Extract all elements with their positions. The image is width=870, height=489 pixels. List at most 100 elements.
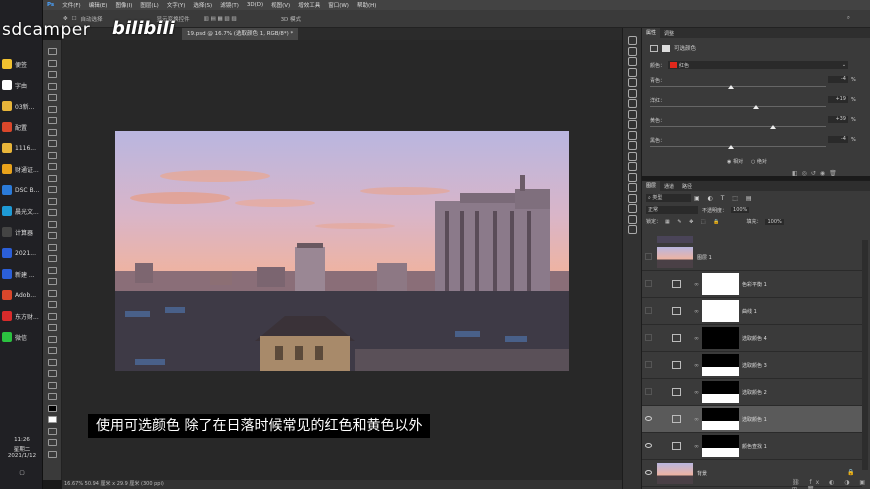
tool-icon[interactable] [48,128,57,136]
layer-row[interactable]: ∞ 色彩平衡 1 [642,271,862,298]
tool-icon[interactable] [48,163,57,170]
visibility-toggle[interactable] [645,307,652,314]
menu-item[interactable]: 选择(S) [189,1,216,9]
tool-icon[interactable] [48,59,57,67]
tool-icon[interactable] [48,266,57,274]
tool-icon[interactable] [48,117,57,124]
layer-name[interactable]: 背景 [697,470,707,477]
layer-row[interactable]: ∞ 选取颜色 4 [642,325,862,352]
menu-item[interactable]: 编辑(E) [85,1,112,9]
layer-mask-thumbnail[interactable] [702,435,739,457]
panel-shortcut-icon[interactable] [628,78,637,87]
layer-row[interactable]: 图层 1 [642,244,862,271]
tab-properties[interactable]: 属性 [642,28,661,38]
panel-shortcut-icon[interactable] [628,99,637,108]
tool-icon[interactable] [48,324,57,331]
layer-name[interactable]: 选取颜色 1 [742,416,767,423]
layer-name[interactable]: 选取颜色 3 [742,362,767,369]
slider-thumb[interactable] [752,105,759,109]
tool-icon[interactable] [48,381,57,389]
tool-icon[interactable] [48,94,57,101]
panel-shortcut-icon[interactable] [628,130,637,140]
tool-icon[interactable] [48,370,57,377]
tool-icon[interactable] [48,358,57,366]
menu-item[interactable]: 窗口(W) [324,1,353,9]
blend-mode-dropdown[interactable]: 正常 [646,206,698,214]
visibility-toggle[interactable] [645,334,652,341]
taskbar-item[interactable]: 东方财... [2,307,42,325]
link-icon[interactable]: ∞ [694,335,699,342]
taskbar-item[interactable]: DSC B... [2,181,42,199]
tool-icon[interactable] [48,393,57,400]
layer-name[interactable]: 选取颜色 2 [742,389,767,396]
slider-track[interactable] [650,86,826,87]
visibility-toggle[interactable] [645,253,652,260]
panel-shortcut-icon[interactable] [628,141,637,150]
tool-icon[interactable] [48,335,57,343]
tool-icon[interactable] [48,71,57,78]
layer-mask-thumbnail[interactable] [702,381,739,403]
taskbar-item[interactable]: 1116... [2,139,42,157]
color-dropdown[interactable]: 红色 ⌄ [668,61,849,69]
panel-shortcut-icon[interactable] [628,204,637,213]
taskbar-item[interactable]: 字由 [2,76,42,94]
tool-icon[interactable] [48,151,57,159]
slider-value-input[interactable]: +39 [828,116,848,123]
slider-track[interactable] [650,126,826,127]
link-icon[interactable]: ∞ [694,443,699,450]
opacity-input[interactable]: 100% [731,207,750,213]
layer-name[interactable]: 选取颜色 4 [742,335,767,342]
slider-thumb[interactable] [770,125,777,129]
taskbar-item[interactable]: 微信 [2,328,42,346]
menu-item[interactable]: 增效工具 [294,1,324,9]
tool-icon[interactable] [48,450,57,458]
tool-icon[interactable] [48,232,57,239]
panel-shortcut-icon[interactable] [628,183,637,192]
tool-icon[interactable] [48,140,57,147]
taskbar-item[interactable]: 便签 [2,55,42,73]
search-icon[interactable]: ⌕ [847,15,850,22]
slider-track[interactable] [650,146,826,147]
taskbar-item[interactable]: 计算器 [2,223,42,241]
properties-footer-icons[interactable]: ◧◎↺◉🗑 [792,170,841,177]
panel-shortcut-icon[interactable] [628,162,637,171]
tool-icon[interactable] [48,243,57,251]
taskbar-item[interactable]: Adob... [2,286,42,304]
tool-icon[interactable] [48,404,57,412]
eye-icon[interactable] [645,443,652,448]
layers-footer-icons[interactable]: ⛓ fx ◐ ◑ ▣ ⊞ 🗑 [792,479,870,489]
visibility-toggle[interactable] [645,280,652,287]
tab-adjustments[interactable]: 调整 [660,30,678,37]
menu-item[interactable]: 视图(V) [267,1,294,9]
radio-relative[interactable]: ◉ 相对 [727,158,743,165]
layer-row[interactable]: ∞ 选取颜色 2 [642,379,862,406]
filter-icons[interactable]: ▣ ◐ T ⬚ ▤ [694,195,755,202]
layer-mask-thumbnail[interactable] [702,273,739,295]
panel-shortcut-icon[interactable] [628,36,637,45]
slider-track[interactable] [650,106,826,107]
taskbar-item[interactable]: 新建 ... [2,265,42,283]
layer-name[interactable]: 颜色查找 1 [742,443,767,450]
layer-mask-thumbnail[interactable] [702,354,739,376]
panel-shortcut-icon[interactable] [628,88,637,98]
panel-shortcut-icon[interactable] [628,193,637,203]
taskbar-item[interactable]: 2021... [2,244,42,262]
tool-icon[interactable] [48,278,57,285]
link-icon[interactable]: ∞ [694,389,699,396]
taskbar-item[interactable]: 配置 [2,118,42,136]
layer-row[interactable]: ∞ 选取颜色 3 [642,352,862,379]
panel-shortcut-icon[interactable] [628,67,637,77]
layer-name[interactable]: 图层 1 [697,254,712,261]
panel-shortcut-icon[interactable] [628,109,637,119]
layer-row[interactable]: ∞ 选取颜色 1 [642,406,862,433]
panel-shortcut-icon[interactable] [628,214,637,224]
slider-value-input[interactable]: +19 [828,96,848,103]
tool-icon[interactable] [48,347,57,354]
tool-icon[interactable] [48,105,57,113]
panel-shortcut-icon[interactable] [628,120,637,129]
tool-icon[interactable] [48,82,57,90]
menu-item[interactable]: 帮助(H) [353,1,380,9]
layers-scrollbar[interactable] [862,240,868,470]
ps-logo[interactable]: Ps [43,2,58,8]
fill-input[interactable]: 100% [765,218,784,225]
